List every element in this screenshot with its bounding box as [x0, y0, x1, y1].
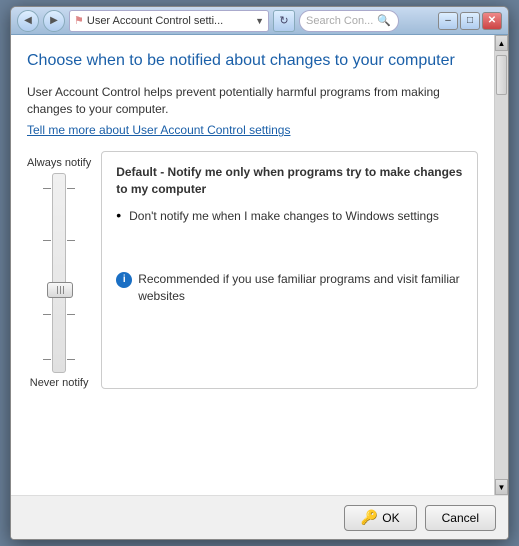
scrollbar-down-button[interactable]: ▼	[495, 479, 508, 495]
main-content: Choose when to be notified about changes…	[11, 35, 494, 495]
maximize-button[interactable]: □	[460, 12, 480, 30]
title-bar: ◀ ▶ ⚑ User Account Control setti... ▼ ↻ …	[11, 7, 508, 35]
bullet-icon: •	[116, 207, 121, 223]
info-note: i Recommended if you use familiar progra…	[116, 271, 463, 305]
minimize-button[interactable]: –	[438, 12, 458, 30]
title-bar-left: ◀ ▶ ⚑ User Account Control setti... ▼ ↻ …	[17, 10, 399, 32]
main-window: ◀ ▶ ⚑ User Account Control setti... ▼ ↻ …	[10, 6, 509, 540]
ok-icon: 🔑	[361, 509, 378, 526]
info-panel-title: Default - Notify me only when programs t…	[116, 164, 463, 198]
refresh-button[interactable]: ↻	[273, 10, 295, 32]
address-text: User Account Control setti...	[87, 15, 255, 27]
search-placeholder: Search Con...	[306, 15, 373, 27]
scrollbar-thumb[interactable]	[496, 55, 507, 95]
page-title: Choose when to be notified about changes…	[27, 51, 478, 72]
cancel-label: Cancel	[442, 511, 479, 525]
slider-thumb-grip	[57, 286, 64, 294]
info-circle-icon: i	[116, 272, 132, 288]
slider-section: Always notify	[27, 151, 478, 389]
scrollbar-track[interactable]	[495, 51, 508, 479]
window-controls: – □ ✕	[438, 12, 502, 30]
address-flag-icon: ⚑	[74, 14, 84, 27]
scrollbar-up-button[interactable]: ▲	[495, 35, 508, 51]
search-box[interactable]: Search Con... 🔍	[299, 10, 399, 32]
close-button[interactable]: ✕	[482, 12, 502, 30]
content-area: Choose when to be notified about changes…	[11, 35, 508, 495]
scrollbar[interactable]: ▲ ▼	[494, 35, 508, 495]
address-dropdown-icon[interactable]: ▼	[255, 16, 264, 26]
address-bar[interactable]: ⚑ User Account Control setti... ▼	[69, 10, 269, 32]
info-note-text: Recommended if you use familiar programs…	[138, 271, 463, 305]
slider-top-label: Always notify	[27, 157, 91, 169]
learn-more-link[interactable]: Tell me more about User Account Control …	[27, 123, 290, 137]
ok-button[interactable]: 🔑 OK	[344, 505, 417, 531]
slider-track[interactable]	[52, 173, 66, 373]
cancel-button[interactable]: Cancel	[425, 505, 496, 531]
bottom-bar: 🔑 OK Cancel	[11, 495, 508, 539]
info-bullet-text: Don't notify me when I make changes to W…	[129, 208, 439, 225]
info-bullet-item: • Don't notify me when I make changes to…	[116, 208, 463, 225]
back-button[interactable]: ◀	[17, 10, 39, 32]
search-icon: 🔍	[377, 14, 391, 27]
ok-label: OK	[382, 511, 399, 525]
info-spacer	[116, 235, 463, 265]
slider-bottom-label: Never notify	[30, 377, 89, 389]
slider-thumb[interactable]	[47, 282, 73, 298]
forward-button[interactable]: ▶	[43, 10, 65, 32]
page-description: User Account Control helps prevent poten…	[27, 84, 478, 118]
info-panel: Default - Notify me only when programs t…	[101, 151, 478, 389]
uac-slider[interactable]: Always notify	[27, 151, 91, 389]
